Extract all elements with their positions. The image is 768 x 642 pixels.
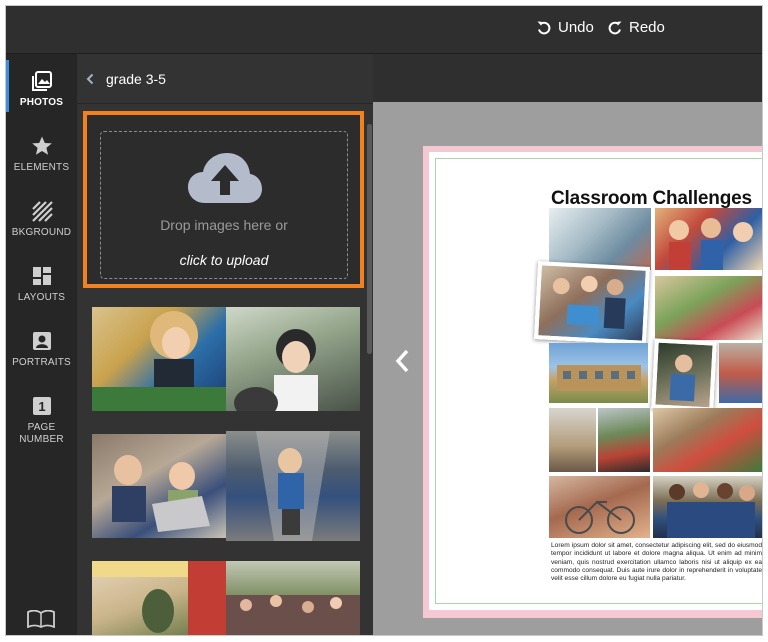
page-photo[interactable] bbox=[651, 338, 717, 412]
page-photo[interactable] bbox=[653, 408, 762, 472]
yearbook-page[interactable]: Classroom Challenges Lorem ipsum dolor s… bbox=[423, 146, 762, 618]
bleed-guide bbox=[423, 146, 762, 152]
undo-label: Undo bbox=[558, 19, 594, 36]
background-icon bbox=[31, 201, 53, 222]
rail-label-page: PAGE bbox=[27, 422, 56, 433]
rail-label-elements: ELEMENTS bbox=[13, 162, 70, 173]
page-photo[interactable] bbox=[549, 208, 651, 270]
undo-button[interactable]: Undo bbox=[536, 19, 594, 36]
photo-image bbox=[552, 275, 626, 329]
drop-text: Drop images here or bbox=[160, 217, 288, 233]
layouts-icon bbox=[32, 267, 51, 285]
photo-image bbox=[234, 329, 318, 411]
rail-label-photos: PHOTOS bbox=[19, 97, 64, 108]
chevron-left-icon[interactable] bbox=[83, 71, 97, 87]
app-window: Undo Redo PHOTOS ELEMENTS BKGROUND LAYOU… bbox=[6, 6, 762, 635]
photo-thumbnail[interactable] bbox=[92, 434, 226, 538]
safe-guide bbox=[435, 158, 762, 159]
photo-image bbox=[565, 500, 635, 534]
portrait-icon bbox=[32, 332, 51, 350]
panel-header: grade 3-5 bbox=[77, 54, 373, 104]
undo-icon bbox=[537, 21, 551, 34]
bleed-guide bbox=[423, 146, 429, 618]
canvas-header-strip bbox=[373, 54, 762, 102]
bleed-guide bbox=[423, 610, 762, 618]
photo-image bbox=[112, 455, 210, 532]
left-rail: PHOTOS ELEMENTS BKGROUND LAYOUTS PORTRAI… bbox=[6, 54, 77, 635]
photos-panel: grade 3-5 Drop images here or click to u… bbox=[77, 54, 373, 635]
top-toolbar: Undo Redo bbox=[6, 6, 762, 54]
photo-thumbnail[interactable] bbox=[226, 307, 360, 411]
redo-label: Redo bbox=[629, 19, 665, 36]
upload-dropzone[interactable]: Drop images here or click to upload bbox=[100, 131, 348, 279]
rail-item-page-number[interactable]: 1 PAGE NUMBER bbox=[6, 395, 77, 446]
page-photo[interactable] bbox=[653, 476, 762, 538]
photo-thumbnail[interactable] bbox=[92, 307, 226, 411]
photos-icon bbox=[31, 71, 52, 91]
cloud-upload-icon bbox=[188, 153, 262, 203]
page-number-icon: 1 bbox=[32, 397, 51, 415]
upload-highlight: Drop images here or click to upload bbox=[83, 111, 364, 288]
safe-guide bbox=[435, 603, 762, 604]
photo-image bbox=[667, 482, 755, 538]
page-photo[interactable] bbox=[655, 208, 762, 270]
page-photo[interactable] bbox=[549, 408, 596, 472]
canvas-area: Classroom Challenges Lorem ipsum dolor s… bbox=[373, 54, 762, 635]
page-photo[interactable] bbox=[655, 276, 762, 340]
photo-thumbnail[interactable] bbox=[226, 431, 360, 541]
star-icon bbox=[31, 136, 52, 155]
photo-image bbox=[92, 561, 226, 635]
photo-image bbox=[226, 595, 360, 635]
rail-item-elements[interactable]: ELEMENTS bbox=[6, 135, 77, 174]
page-photo[interactable] bbox=[549, 476, 650, 538]
page-title[interactable]: Classroom Challenges bbox=[551, 188, 752, 210]
folder-title: grade 3-5 bbox=[106, 71, 166, 87]
rail-label-background: BKGROUND bbox=[11, 227, 72, 238]
page-photo[interactable] bbox=[534, 261, 650, 345]
rail-item-portraits[interactable]: PORTRAITS bbox=[6, 330, 77, 369]
previous-page-arrow-icon[interactable] bbox=[393, 348, 411, 374]
rail-item-layouts[interactable]: LAYOUTS bbox=[6, 265, 77, 304]
rail-label-layouts: LAYOUTS bbox=[17, 292, 66, 303]
photo-thumbnail[interactable] bbox=[92, 561, 226, 635]
photo-image bbox=[669, 218, 753, 270]
photo-image bbox=[557, 365, 641, 391]
rail-label-number: NUMBER bbox=[19, 434, 64, 445]
page-photo[interactable] bbox=[549, 343, 648, 403]
page-number-badge: 1 bbox=[38, 399, 45, 414]
panel-scrollbar[interactable] bbox=[367, 124, 372, 354]
rail-item-photos[interactable]: PHOTOS bbox=[6, 60, 77, 112]
redo-button[interactable]: Redo bbox=[607, 19, 665, 36]
book-icon[interactable] bbox=[27, 610, 55, 628]
photo-image bbox=[256, 431, 330, 541]
photo-image bbox=[92, 311, 226, 411]
click-to-upload-link[interactable]: click to upload bbox=[101, 252, 347, 268]
rail-label-portraits: PORTRAITS bbox=[12, 357, 71, 368]
rail-item-background[interactable]: BKGROUND bbox=[6, 200, 77, 239]
page-body-text[interactable]: Lorem ipsum dolor sit amet, consectetur … bbox=[551, 542, 762, 583]
photo-thumbnail[interactable] bbox=[226, 561, 360, 635]
page-photo[interactable] bbox=[598, 408, 650, 472]
photo-image bbox=[669, 354, 696, 402]
redo-icon bbox=[608, 21, 622, 34]
page-photo[interactable] bbox=[719, 343, 762, 403]
safe-guide bbox=[435, 158, 436, 604]
